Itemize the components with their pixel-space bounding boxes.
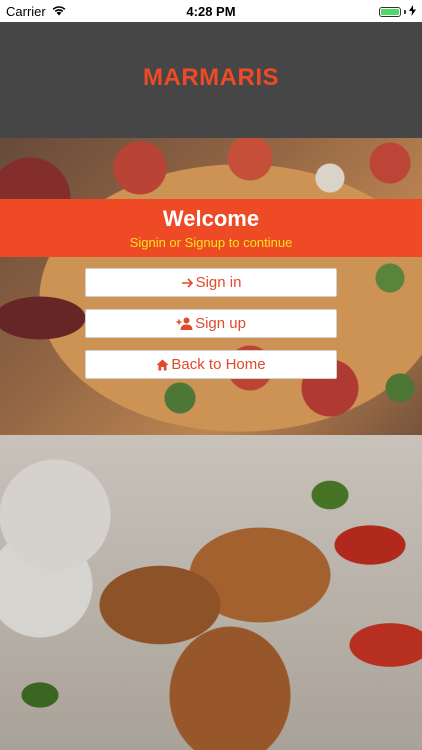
battery-icon xyxy=(379,6,401,17)
signup-label: Sign up xyxy=(195,315,246,332)
app-header: MARMARIS xyxy=(0,22,422,138)
brand-logo: MARMARIS xyxy=(143,64,279,91)
welcome-title: Welcome xyxy=(162,206,260,231)
home-icon xyxy=(156,359,169,371)
signin-button[interactable]: Sign in xyxy=(85,268,337,297)
battery-level xyxy=(381,8,399,15)
charging-icon xyxy=(409,4,416,19)
signup-button[interactable]: Sign up xyxy=(85,309,337,338)
status-time: 4:28 PM xyxy=(186,4,236,19)
add-user-icon xyxy=(176,317,193,330)
status-right xyxy=(379,4,416,19)
welcome-banner: Welcome Signin or Signup to continue xyxy=(0,199,422,257)
home-label: Back to Home xyxy=(171,356,266,373)
status-bar: Carrier 4:28 PM xyxy=(0,0,422,22)
kebab-photo xyxy=(0,435,422,750)
arrow-right-icon xyxy=(181,277,194,289)
signin-label: Sign in xyxy=(195,274,242,291)
welcome-subtitle: Signin or Signup to continue xyxy=(129,235,293,250)
battery-tip xyxy=(404,9,406,14)
back-to-home-button[interactable]: Back to Home xyxy=(85,350,337,379)
